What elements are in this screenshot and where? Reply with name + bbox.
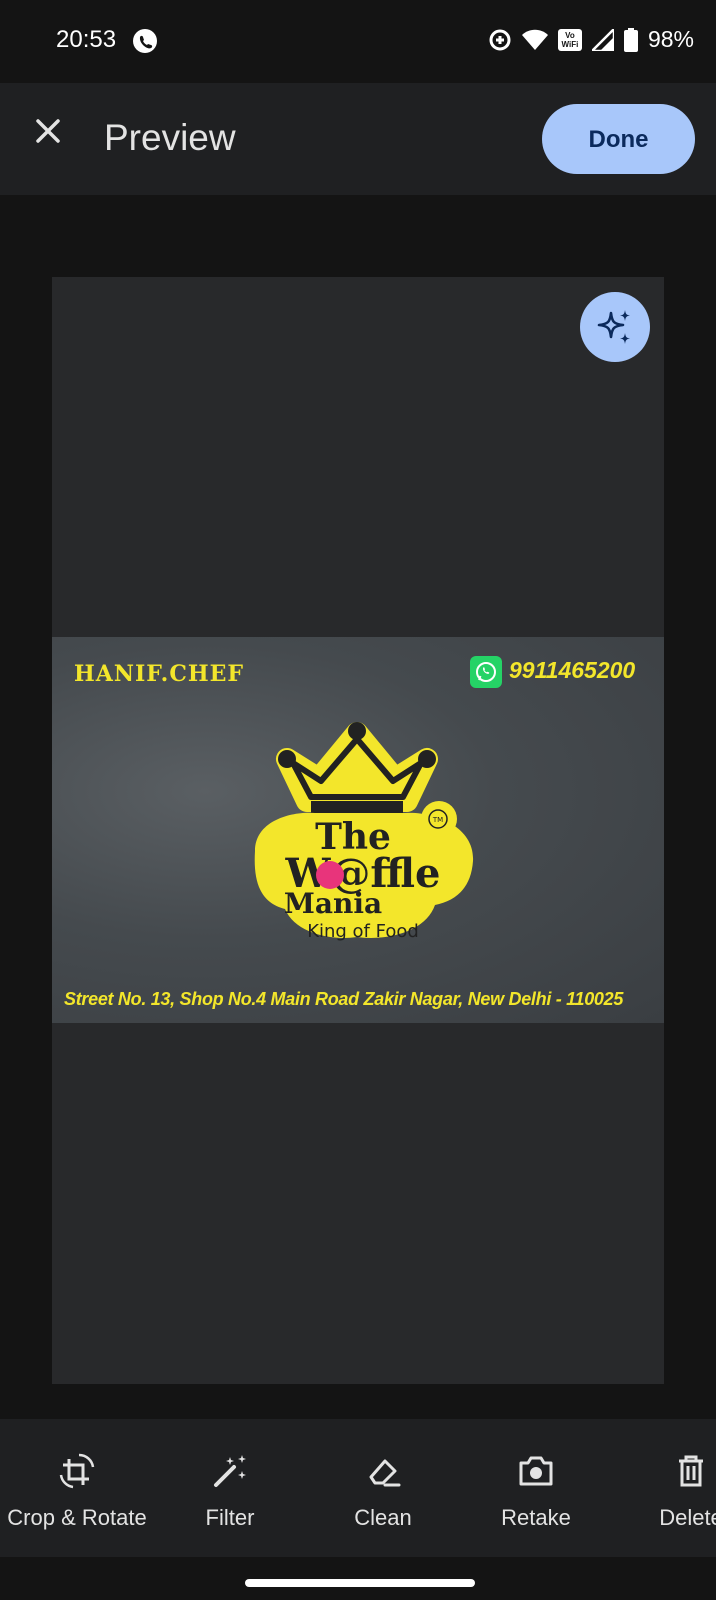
crop-rotate-label: Crop & Rotate xyxy=(7,1505,147,1530)
whatsapp-call-icon xyxy=(133,29,157,53)
status-icons: Vo WiFi 98% xyxy=(488,26,694,53)
filter-label: Filter xyxy=(205,1505,255,1530)
auto-enhance-button[interactable] xyxy=(580,292,650,362)
vowifi-icon: Vo WiFi xyxy=(557,28,582,51)
trash-icon xyxy=(679,1455,703,1487)
eraser-icon xyxy=(369,1459,401,1487)
camera-icon xyxy=(519,1456,553,1486)
delete-label: Delete xyxy=(659,1505,716,1530)
battery-icon xyxy=(623,27,638,52)
crop-rotate-button[interactable]: Crop & Rotate xyxy=(0,1419,154,1557)
gesture-nav-handle[interactable] xyxy=(245,1579,475,1587)
data-saver-icon xyxy=(489,29,511,50)
whatsapp-icon xyxy=(470,656,502,688)
card-phone: 9911465200 xyxy=(509,657,636,683)
status-time: 20:53 xyxy=(56,26,117,53)
crop-rotate-icon xyxy=(59,1453,95,1489)
logo-tm: TM xyxy=(432,816,443,824)
sparkle-icon xyxy=(597,310,630,344)
retake-button[interactable]: Retake xyxy=(482,1419,590,1557)
filter-button[interactable]: Filter xyxy=(176,1419,284,1557)
magic-wand-icon xyxy=(214,1455,246,1487)
scanned-business-card: HANIF.CHEF 9911465200 The TM W@ffle Mani… xyxy=(52,637,664,1023)
close-icon[interactable] xyxy=(28,111,68,151)
card-name: HANIF.CHEF xyxy=(74,661,245,687)
done-button[interactable]: Done xyxy=(542,104,695,174)
clean-button[interactable]: Clean xyxy=(330,1419,436,1557)
battery-percent: 98% xyxy=(647,26,694,52)
retake-label: Retake xyxy=(501,1505,571,1530)
delete-button[interactable]: Delete xyxy=(636,1419,716,1557)
card-address: Street No. 13, Shop No.4 Main Road Zakir… xyxy=(64,989,624,1009)
logo-mania: Mania xyxy=(284,887,382,920)
logo-tagline: King of Food xyxy=(307,921,419,942)
clean-label: Clean xyxy=(354,1505,412,1530)
page-title: Preview xyxy=(104,117,236,158)
status-bar: 20:53 Vo WiFi 98% xyxy=(0,0,716,82)
crown-icon xyxy=(276,722,438,819)
waffle-mania-logo: The TM W@ffle Mania King of Food xyxy=(254,722,474,942)
top-app-bar: Preview Done xyxy=(0,83,716,195)
cell-signal-icon xyxy=(591,28,614,51)
wifi-icon xyxy=(521,29,548,50)
bottom-toolbar: Crop & Rotate Filter Clean Retake Delete xyxy=(0,1419,716,1557)
